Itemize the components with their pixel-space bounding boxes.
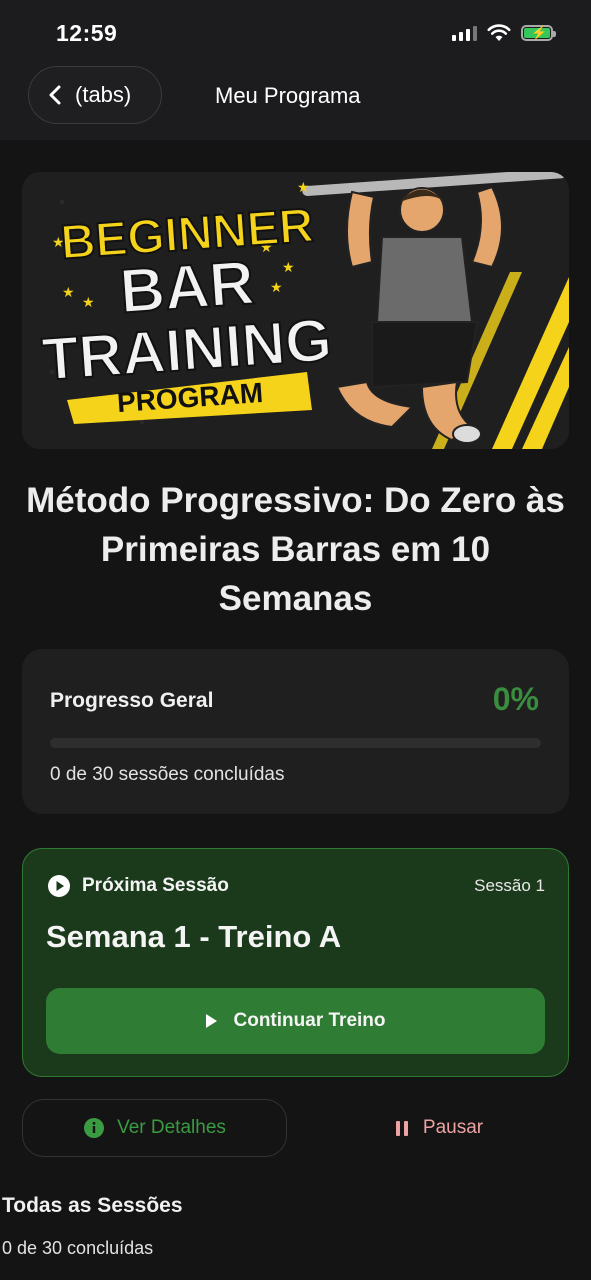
svg-text:★: ★ — [82, 295, 95, 311]
program-title: Método Progressivo: Do Zero às Primeiras… — [26, 481, 565, 618]
cellular-signal-icon — [452, 25, 477, 41]
program-banner-image: ★ ★ ★ ★ ★ ★ ★ BEGINNER BAR TRAINING PROGRAM — [22, 172, 569, 449]
back-button-label: (tabs) — [75, 82, 132, 107]
all-sessions-heading: Todas as Sessões — [2, 1194, 183, 1217]
status-time: 12:59 — [56, 20, 118, 46]
status-bar: 12:59 ⚡ — [0, 0, 591, 66]
svg-text:★: ★ — [62, 285, 75, 301]
progress-label: Progresso Geral — [50, 689, 214, 712]
continue-workout-button[interactable]: Continuar Treino — [46, 988, 545, 1054]
next-session-number: Sessão 1 — [474, 876, 545, 895]
svg-text:★: ★ — [270, 280, 283, 296]
view-details-label: Ver Detalhes — [117, 1117, 226, 1138]
chevron-left-icon — [49, 85, 61, 105]
status-icons: ⚡ — [452, 24, 556, 42]
wifi-icon — [487, 24, 511, 41]
pause-icon — [395, 1120, 408, 1136]
back-button[interactable]: (tabs) — [28, 66, 162, 124]
play-circle-icon — [48, 875, 70, 897]
next-session-card: Próxima Sessão Sessão 1 Semana 1 - Trein… — [22, 848, 569, 1077]
battery-charging-icon: ⚡ — [521, 25, 556, 41]
play-icon — [205, 1014, 217, 1028]
next-session-title: Semana 1 - Treino A — [46, 919, 342, 954]
progress-percent: 0% — [492, 681, 539, 717]
pause-button[interactable]: Pausar — [310, 1099, 569, 1157]
progress-sessions-text: 0 de 30 sessões concluídas — [50, 764, 285, 785]
pause-label: Pausar — [422, 1117, 484, 1138]
continue-workout-label: Continuar Treino — [233, 1010, 386, 1031]
progress-bar — [50, 738, 541, 748]
navigation-bar: (tabs) Meu Programa — [0, 66, 591, 140]
overall-progress-card: Progresso Geral 0% 0 de 30 sessões concl… — [22, 649, 569, 814]
svg-text:★: ★ — [297, 180, 310, 196]
all-sessions-count: 0 de 30 concluídas — [2, 1238, 154, 1258]
page-title: Meu Programa — [215, 83, 361, 108]
next-session-label: Próxima Sessão — [82, 875, 229, 896]
info-icon — [84, 1118, 105, 1138]
svg-text:★: ★ — [282, 260, 295, 276]
view-details-button[interactable]: Ver Detalhes — [22, 1099, 287, 1157]
